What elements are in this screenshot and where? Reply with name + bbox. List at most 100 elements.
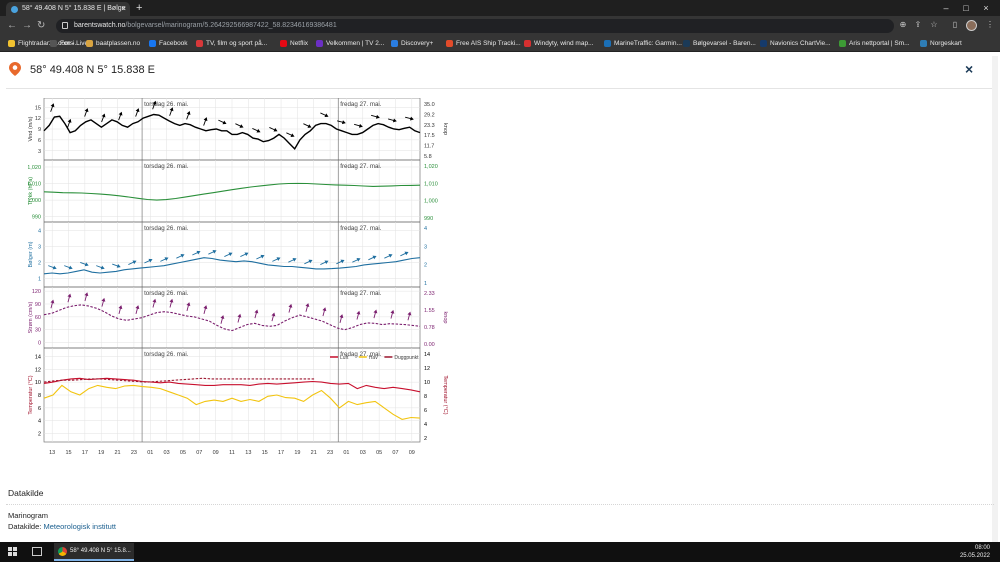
- bookmark-item[interactable]: Netflix: [280, 36, 308, 52]
- bookmark-item[interactable]: Bølgevarsel - Baren...: [683, 36, 756, 52]
- bookmark-item[interactable]: Free AIS Ship Tracki...: [446, 36, 521, 52]
- y-tick-label-right: 1,010: [424, 181, 438, 187]
- address-bar-row: ← → ↻ barentswatch.no/bolgevarsel/marino…: [0, 16, 1000, 36]
- bookmark-item[interactable]: Discovery+: [391, 36, 433, 52]
- direction-arrow-icon: [384, 254, 393, 259]
- profile-avatar[interactable]: [966, 20, 977, 31]
- bookmark-item[interactable]: Aris nettportal | Sm...: [839, 36, 910, 52]
- direction-arrow-icon: [144, 258, 153, 264]
- browser-tab[interactable]: 58° 49.408 N 5° 15.838 E | Bølge ×: [6, 2, 130, 16]
- direction-arrow-icon: [407, 311, 412, 321]
- y-tick-label: 9: [38, 127, 41, 133]
- bookmark-item[interactable]: Norgeskart: [920, 36, 962, 52]
- browser-menu-icon[interactable]: ⋮: [985, 20, 995, 30]
- direction-arrow-icon: [256, 254, 265, 260]
- y-tick-label: 1: [38, 277, 41, 283]
- bookmark-favicon-icon: [280, 40, 287, 47]
- reload-icon[interactable]: ↻: [37, 19, 45, 33]
- data-source-divider: [6, 504, 994, 505]
- direction-arrow-icon: [192, 250, 201, 256]
- bookmark-item[interactable]: MarineTraffic: Garmin...: [604, 36, 682, 52]
- bookmark-star-icon[interactable]: ☆: [929, 20, 939, 30]
- side-panel-icon[interactable]: ▯: [950, 20, 960, 30]
- data-source-heading: Datakilde: [8, 488, 44, 498]
- forward-arrow-icon[interactable]: →: [22, 19, 32, 33]
- new-tab-button[interactable]: +: [136, 1, 142, 15]
- x-tick-label: 17: [278, 450, 284, 456]
- direction-arrow-icon: [286, 132, 295, 137]
- day-label: fredag 27. mai.: [340, 101, 382, 108]
- direction-arrow-icon: [320, 112, 329, 118]
- direction-arrow-icon: [356, 310, 361, 320]
- x-tick-label: 11: [229, 450, 235, 456]
- y-tick-label: 2: [38, 432, 41, 438]
- y-tick-label-right: 35.0: [424, 102, 435, 108]
- direction-arrow-icon: [84, 108, 89, 117]
- series-line-temperature-duggpunkt: [43, 377, 315, 383]
- direction-arrow-icon: [203, 305, 208, 314]
- y-tick-label: 12: [35, 116, 41, 122]
- bookmark-favicon-icon: [683, 40, 690, 47]
- direction-arrow-icon: [272, 257, 281, 262]
- x-tick-label: 21: [115, 450, 121, 456]
- y-tick-label: 4: [38, 419, 41, 425]
- y-tick-label-right: 2.33: [424, 291, 435, 297]
- y-tick-label-right: 17.5: [424, 133, 435, 139]
- y-tick-label-right: 1: [424, 281, 427, 287]
- bookmark-item[interactable]: Forsi...: [50, 36, 80, 52]
- direction-arrow-icon: [112, 263, 121, 268]
- data-source-provider-link[interactable]: Meteorologisk institutt: [43, 522, 116, 531]
- x-tick-label: 09: [213, 450, 219, 456]
- y-tick-label-right: 0.00: [424, 342, 435, 348]
- y-tick-label: 4: [38, 228, 41, 234]
- bookmark-item[interactable]: Facebook: [149, 36, 188, 52]
- y-tick-label-right: 4: [424, 422, 427, 428]
- direction-arrow-icon: [354, 123, 363, 128]
- close-button[interactable]: ×: [965, 61, 973, 77]
- direction-arrow-icon: [176, 254, 185, 259]
- bookmark-favicon-icon: [50, 40, 57, 47]
- y-tick-label: 15: [35, 105, 41, 111]
- y-axis-label: Vind (m/s): [28, 116, 34, 141]
- bookmark-favicon-icon: [446, 40, 453, 47]
- direction-arrow-icon: [84, 292, 89, 302]
- site-favicon-icon: [11, 6, 18, 13]
- url-input[interactable]: barentswatch.no/bolgevarsel/marinogram/5…: [56, 19, 894, 33]
- direction-arrow-icon: [135, 108, 140, 117]
- x-tick-label: 01: [147, 450, 153, 456]
- y-tick-label: 2: [38, 261, 41, 267]
- tab-close-icon[interactable]: ×: [121, 2, 126, 16]
- windows-start-icon[interactable]: [8, 547, 18, 557]
- clock-date: 25.05.2022: [959, 553, 990, 559]
- y-tick-label-right: 23.3: [424, 123, 435, 129]
- taskbar-chrome-app[interactable]: 58° 49.408 N 5° 15.8...: [54, 543, 134, 561]
- scrollbar[interactable]: [992, 56, 998, 542]
- legend-label: Luft: [340, 355, 349, 361]
- bookmark-item[interactable]: baatplassen.no: [86, 36, 140, 52]
- window-close-button[interactable]: ×: [978, 0, 994, 16]
- lock-icon: [62, 22, 68, 29]
- minimize-button[interactable]: –: [938, 0, 954, 16]
- bookmark-item[interactable]: Velkommen | TV 2...: [316, 36, 384, 52]
- task-view-icon[interactable]: [32, 547, 42, 556]
- maximize-button[interactable]: □: [958, 0, 974, 16]
- direction-arrow-icon: [135, 305, 140, 314]
- bookmark-favicon-icon: [196, 40, 203, 47]
- y-tick-label: 90: [35, 302, 41, 308]
- y-tick-label: 3: [38, 244, 41, 250]
- install-app-icon[interactable]: ⊕: [898, 20, 908, 30]
- back-arrow-icon[interactable]: ←: [7, 19, 17, 33]
- x-tick-label: 23: [327, 450, 333, 456]
- direction-arrow-icon: [303, 123, 312, 128]
- y-tick-label-right: 1,000: [424, 199, 438, 205]
- x-tick-label: 19: [98, 450, 104, 456]
- x-tick-label: 13: [245, 450, 251, 456]
- bookmark-item[interactable]: Navionics ChartVie...: [760, 36, 831, 52]
- day-label: torsdag 26. mai.: [144, 101, 189, 108]
- day-label: torsdag 26. mai.: [144, 163, 189, 170]
- y-tick-label-right: 11.7: [424, 144, 434, 150]
- share-icon[interactable]: ⇪: [913, 20, 923, 30]
- bookmark-item[interactable]: Windyty, wind map...: [524, 36, 593, 52]
- y-tick-label: 10: [35, 380, 41, 386]
- bookmark-item[interactable]: TV, film og sport på...: [196, 36, 267, 52]
